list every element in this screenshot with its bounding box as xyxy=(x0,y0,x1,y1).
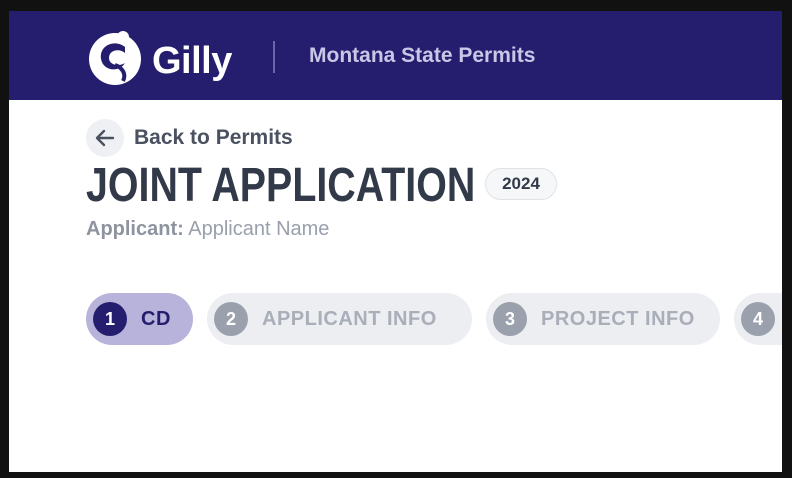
back-link-label: Back to Permits xyxy=(134,126,293,149)
gilly-logo-icon[interactable] xyxy=(85,27,145,87)
step-label: CD xyxy=(141,307,171,330)
step-label: PROJECT INFO xyxy=(541,307,695,330)
applicant-line: Applicant: Applicant Name xyxy=(86,217,329,241)
header-divider xyxy=(273,41,275,73)
header-title: Montana State Permits xyxy=(309,44,536,67)
back-to-permits-link[interactable]: Back to Permits xyxy=(86,119,293,157)
arrow-left-icon xyxy=(86,119,124,157)
step-number: 3 xyxy=(493,302,527,336)
logo-wordmark: Gilly xyxy=(152,40,232,82)
step-number: 4 xyxy=(741,302,775,336)
app-window: Gilly Montana State Permits Back to Perm… xyxy=(9,11,782,472)
step-tab-applicant-info[interactable]: 2 APPLICANT INFO xyxy=(207,293,472,345)
year-badge: 2024 xyxy=(485,168,557,200)
applicant-value: Applicant Name xyxy=(188,218,330,240)
step-number: 2 xyxy=(214,302,248,336)
page-title: JOINT APPLICATION xyxy=(86,159,476,212)
applicant-label: Applicant: xyxy=(86,218,184,240)
top-header: Gilly Montana State Permits xyxy=(9,11,782,100)
step-tab-cd[interactable]: 1 CD xyxy=(86,293,193,345)
step-tab-project-info[interactable]: 3 PROJECT INFO xyxy=(486,293,720,345)
step-number: 1 xyxy=(93,302,127,336)
step-label: APPLICANT INFO xyxy=(262,307,437,330)
step-tab-4[interactable]: 4 xyxy=(734,293,782,345)
